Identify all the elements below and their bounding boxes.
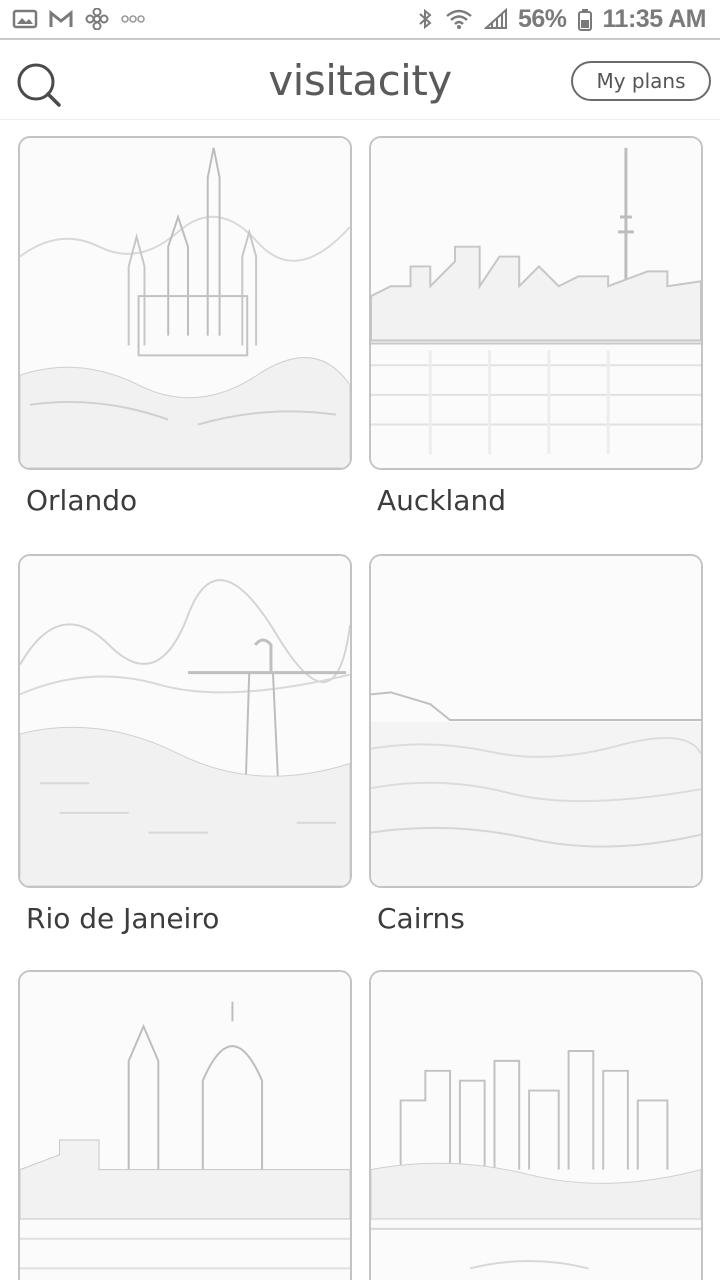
city-image-6 [369,970,703,1280]
city-image-5 [18,970,352,1280]
gmail-icon [48,8,74,30]
app-header: visitacity My plans [0,42,720,120]
more-dots-icon [120,8,146,30]
city-card-orlando[interactable]: Orlando [18,136,352,517]
battery-percent: 56% [517,4,567,33]
signal-icon [483,7,508,30]
city-card-auckland[interactable]: Auckland [369,136,703,517]
city-name-cairns: Cairns [377,902,465,935]
city-name-rio-de-janeiro: Rio de Janeiro [26,902,220,935]
bluetooth-icon [416,8,434,30]
city-name-auckland: Auckland [377,484,506,517]
city-image-auckland [369,136,703,470]
status-right: 56% 11:35 AM [416,4,707,34]
status-left [12,7,146,31]
status-time: 11:35 AM [602,4,707,33]
gallery-icon [12,8,38,30]
city-card-6[interactable] [369,970,703,1280]
my-plans-button[interactable]: My plans [571,61,711,101]
city-grid: Orlando Auckland Rio de Janeiro Cairns [0,120,720,1280]
wifi-icon [444,8,474,30]
city-card-rio-de-janeiro[interactable]: Rio de Janeiro [18,554,352,935]
city-image-cairns [369,554,703,888]
city-name-orlando: Orlando [26,484,138,517]
pinwheel-icon [84,7,110,31]
status-bar: 56% 11:35 AM [0,0,720,40]
city-image-rio-de-janeiro [18,554,352,888]
city-card-5[interactable] [18,970,352,1280]
city-card-cairns[interactable]: Cairns [369,554,703,935]
battery-icon [577,8,593,31]
city-image-orlando [18,136,352,470]
